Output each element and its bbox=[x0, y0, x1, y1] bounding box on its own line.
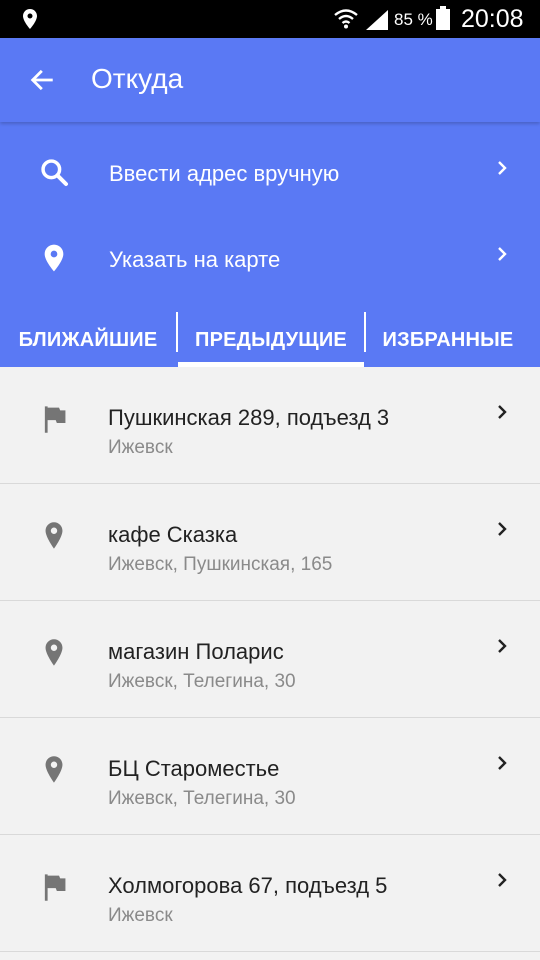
location-pin-icon bbox=[45, 639, 63, 666]
page-title: Откуда bbox=[91, 63, 184, 94]
chevron-right-icon bbox=[498, 161, 507, 175]
item-title: Пушкинская 289, подъезд 3 bbox=[108, 405, 390, 430]
item-subtitle: Ижевск, Телегина, 30 bbox=[108, 671, 296, 692]
source-options-panel: Ввести адрес вручную Указать на карте БЛ… bbox=[0, 122, 540, 367]
chevron-right-icon bbox=[498, 405, 507, 419]
location-pin-icon bbox=[44, 244, 64, 272]
location-pin-icon bbox=[45, 522, 63, 549]
chevron-right-icon bbox=[498, 873, 507, 887]
list-item[interactable]: магазин Поларис Ижевск, Телегина, 30 bbox=[0, 601, 540, 718]
tab-favorites[interactable]: ИЗБРАННЫЕ bbox=[366, 312, 530, 368]
enter-address-manually-label: Ввести адрес вручную bbox=[109, 161, 340, 186]
list-item[interactable]: Холмогорова 67, подъезд 5 Ижевск bbox=[0, 835, 540, 952]
item-title: Холмогорова 67, подъезд 5 bbox=[108, 873, 388, 898]
tab-previous[interactable]: ПРЕДЫДУЩИЕ bbox=[178, 312, 364, 368]
tab-bar: БЛИЖАЙШИЕ ПРЕДЫДУЩИЕ ИЗБРАННЫЕ bbox=[0, 312, 540, 368]
item-subtitle: Ижевск bbox=[108, 437, 173, 458]
item-subtitle: Ижевск, Телегина, 30 bbox=[108, 788, 296, 809]
chevron-right-icon bbox=[498, 639, 507, 653]
chevron-right-icon bbox=[498, 756, 507, 770]
list-item[interactable]: БЦ Староместье Ижевск, Телегина, 30 bbox=[0, 718, 540, 835]
tab-nearby[interactable]: БЛИЖАЙШИЕ bbox=[0, 312, 176, 368]
item-title: кафе Сказка bbox=[108, 522, 238, 547]
location-icon bbox=[23, 9, 37, 29]
flag-icon bbox=[44, 406, 66, 433]
battery-icon bbox=[436, 6, 450, 30]
item-title: БЦ Староместье bbox=[108, 756, 280, 781]
location-pin-icon bbox=[45, 756, 63, 783]
wifi-icon bbox=[334, 9, 358, 29]
chevron-right-icon bbox=[498, 522, 507, 536]
enter-address-manually-row[interactable]: Ввести адрес вручную bbox=[0, 128, 540, 214]
battery-percent: 85 % bbox=[394, 10, 433, 29]
list-item[interactable]: Пушкинская 289, подъезд 3 Ижевск bbox=[0, 367, 540, 484]
choose-on-map-label: Указать на карте bbox=[109, 247, 281, 272]
flag-icon bbox=[44, 874, 66, 901]
choose-on-map-row[interactable]: Указать на карте bbox=[0, 214, 540, 300]
app-bar: Откуда bbox=[0, 38, 540, 122]
item-subtitle: Ижевск bbox=[108, 905, 173, 926]
item-subtitle: Ижевск, Пушкинская, 165 bbox=[108, 554, 333, 575]
search-icon bbox=[41, 159, 68, 186]
signal-icon bbox=[366, 10, 388, 30]
status-bar: 85 % 20:08 bbox=[0, 0, 540, 38]
previous-addresses-list: Пушкинская 289, подъезд 3 Ижевск кафе Ск… bbox=[0, 367, 540, 952]
list-item[interactable]: кафе Сказка Ижевск, Пушкинская, 165 bbox=[0, 484, 540, 601]
clock: 20:08 bbox=[461, 5, 524, 33]
back-arrow-icon[interactable] bbox=[28, 66, 56, 94]
item-title: магазин Поларис bbox=[108, 639, 284, 664]
chevron-right-icon bbox=[498, 247, 507, 261]
